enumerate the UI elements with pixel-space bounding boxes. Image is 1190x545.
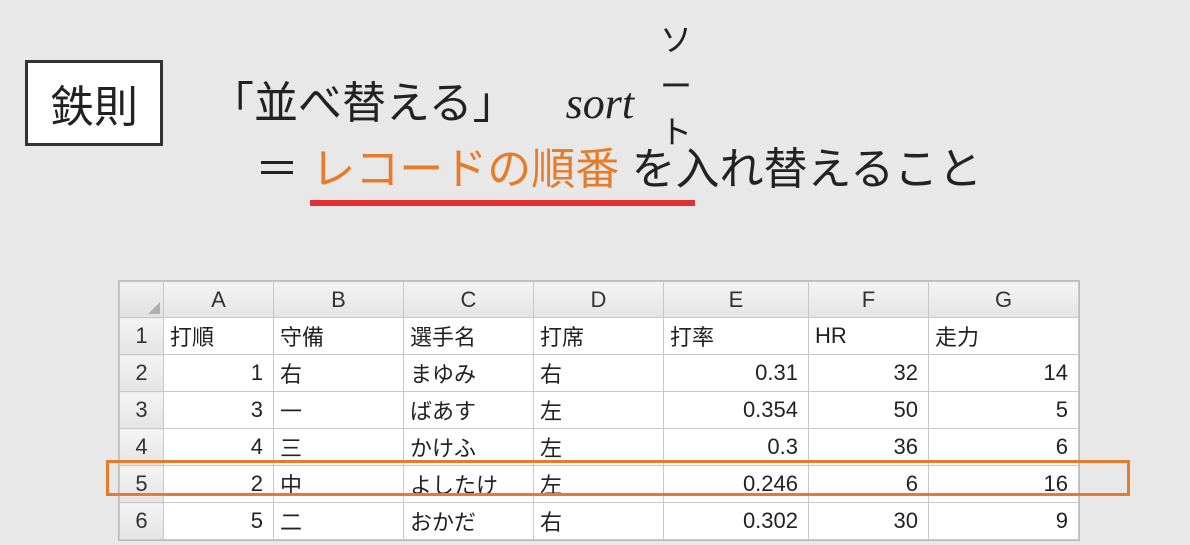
cell[interactable]: 32 — [809, 355, 929, 392]
cell[interactable]: 50 — [809, 392, 929, 429]
def-suffix: を入れ替えること — [631, 145, 982, 194]
col-header-g[interactable]: G — [929, 282, 1079, 318]
cell[interactable]: 打席 — [534, 318, 664, 355]
cell[interactable]: 一 — [274, 392, 404, 429]
cell[interactable]: よしたけ — [404, 466, 534, 503]
col-header-c[interactable]: C — [404, 282, 534, 318]
sort-word: sort — [566, 79, 634, 128]
table-row: 1 打順 守備 選手名 打席 打率 HR 走力 — [120, 318, 1079, 355]
cell[interactable]: 0.3 — [664, 429, 809, 466]
col-header-a[interactable]: A — [164, 282, 274, 318]
cell[interactable]: 0.354 — [664, 392, 809, 429]
red-underline — [310, 200, 695, 206]
def-highlight: レコードの順番 — [311, 145, 619, 194]
cell[interactable]: 3 — [164, 392, 274, 429]
row-header[interactable]: 5 — [120, 466, 164, 503]
main-bracket: 「並べ替える」 — [210, 79, 517, 128]
col-header-b[interactable]: B — [274, 282, 404, 318]
table-row: 3 3 一 ばあす 左 0.354 50 5 — [120, 392, 1079, 429]
cell[interactable]: HR — [809, 318, 929, 355]
select-all-corner[interactable] — [120, 282, 164, 318]
cell[interactable]: 選手名 — [404, 318, 534, 355]
cell[interactable]: 6 — [929, 429, 1079, 466]
cell[interactable]: 9 — [929, 503, 1079, 540]
cell[interactable]: 左 — [534, 466, 664, 503]
spreadsheet: A B C D E F G 1 打順 守備 選手名 打席 打率 HR 走力 2 … — [118, 280, 1080, 541]
cell[interactable]: 右 — [534, 355, 664, 392]
table-row: 4 4 三 かけふ 左 0.3 36 6 — [120, 429, 1079, 466]
cell[interactable]: 16 — [929, 466, 1079, 503]
cell[interactable]: 1 — [164, 355, 274, 392]
row-header[interactable]: 1 — [120, 318, 164, 355]
cell[interactable]: 30 — [809, 503, 929, 540]
row-header[interactable]: 4 — [120, 429, 164, 466]
cell[interactable]: かけふ — [404, 429, 534, 466]
def-prefix: ＝ — [255, 145, 299, 194]
main-line: 「並べ替える」 sort — [210, 67, 634, 131]
row-header[interactable]: 3 — [120, 392, 164, 429]
cell[interactable]: 二 — [274, 503, 404, 540]
cell[interactable]: 5 — [929, 392, 1079, 429]
cell[interactable]: 36 — [809, 429, 929, 466]
cell[interactable]: 0.302 — [664, 503, 809, 540]
col-header-d[interactable]: D — [534, 282, 664, 318]
cell[interactable]: 4 — [164, 429, 274, 466]
col-header-row: A B C D E F G — [120, 282, 1079, 318]
table-row: 5 2 中 よしたけ 左 0.246 6 16 — [120, 466, 1079, 503]
rule-box: 鉄則 — [25, 60, 163, 146]
cell[interactable]: 打率 — [664, 318, 809, 355]
cell[interactable]: 守備 — [274, 318, 404, 355]
cell[interactable]: 0.31 — [664, 355, 809, 392]
cell[interactable]: 打順 — [164, 318, 274, 355]
cell[interactable]: 左 — [534, 392, 664, 429]
spreadsheet-table: A B C D E F G 1 打順 守備 選手名 打席 打率 HR 走力 2 … — [119, 281, 1079, 540]
cell[interactable]: 三 — [274, 429, 404, 466]
cell[interactable]: 中 — [274, 466, 404, 503]
cell[interactable]: 14 — [929, 355, 1079, 392]
cell[interactable]: 走力 — [929, 318, 1079, 355]
col-header-f[interactable]: F — [809, 282, 929, 318]
table-row: 2 1 右 まゆみ 右 0.31 32 14 — [120, 355, 1079, 392]
cell[interactable]: 右 — [274, 355, 404, 392]
cell[interactable]: おかだ — [404, 503, 534, 540]
cell[interactable]: まゆみ — [404, 355, 534, 392]
definition-line: ＝ レコードの順番 を入れ替えること — [255, 133, 982, 197]
cell[interactable]: 右 — [534, 503, 664, 540]
row-header[interactable]: 6 — [120, 503, 164, 540]
cell[interactable]: 0.246 — [664, 466, 809, 503]
cell[interactable]: 6 — [809, 466, 929, 503]
col-header-e[interactable]: E — [664, 282, 809, 318]
cell[interactable]: 左 — [534, 429, 664, 466]
row-header[interactable]: 2 — [120, 355, 164, 392]
table-row: 6 5 二 おかだ 右 0.302 30 9 — [120, 503, 1079, 540]
cell[interactable]: ばあす — [404, 392, 534, 429]
cell[interactable]: 2 — [164, 466, 274, 503]
cell[interactable]: 5 — [164, 503, 274, 540]
